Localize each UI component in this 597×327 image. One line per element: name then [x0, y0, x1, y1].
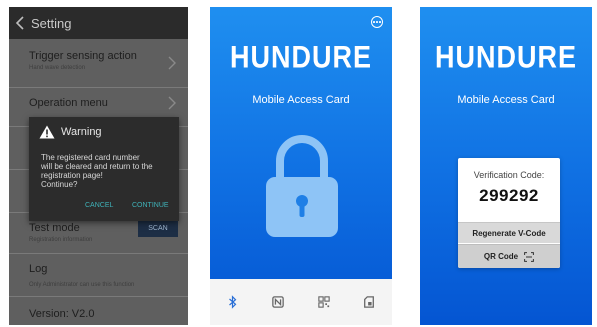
- verification-card: Verification Code: 299292 Regenerate V-C…: [458, 158, 560, 268]
- row-subtitle: Registration information: [29, 237, 93, 243]
- more-options-button[interactable]: [371, 16, 383, 28]
- brand-logo: HUNDURE: [230, 39, 372, 75]
- chevron-right-icon: [168, 56, 176, 70]
- bottom-tab-bar: [210, 279, 392, 325]
- dialog-message: The registered card number will be clear…: [41, 153, 173, 189]
- dialog-message-line: registration page!: [41, 171, 103, 180]
- app-subtitle: Mobile Access Card: [252, 94, 350, 106]
- settings-row-trigger[interactable]: Trigger sensing action Hand wave detecti…: [9, 39, 188, 88]
- settings-header: Setting: [9, 7, 188, 39]
- row-title: Operation menu: [29, 97, 108, 109]
- app-subtitle: Mobile Access Card: [457, 94, 555, 106]
- verification-label: Verification Code:: [473, 170, 545, 180]
- chevron-right-icon: [168, 96, 176, 110]
- verification-screen: HUNDURE Mobile Access Card Verification …: [420, 7, 592, 325]
- tab-card[interactable]: [359, 292, 379, 312]
- scan-frame-icon: [524, 251, 535, 262]
- continue-button[interactable]: CONTINUE: [132, 202, 169, 209]
- nfc-icon: [272, 296, 285, 308]
- back-button[interactable]: [9, 7, 31, 39]
- qr-code-button[interactable]: QR Code: [458, 244, 560, 268]
- row-title: Test mode: [29, 222, 80, 234]
- tab-qr-code[interactable]: [314, 292, 334, 312]
- brand-logo: HUNDURE: [435, 39, 577, 75]
- dialog-title: Warning: [61, 126, 102, 138]
- tab-nfc[interactable]: [268, 292, 288, 312]
- cancel-button[interactable]: CANCEL: [85, 202, 113, 209]
- tab-bluetooth[interactable]: [223, 292, 243, 312]
- more-dot: [373, 21, 376, 23]
- warning-icon: [39, 125, 55, 139]
- more-dot: [376, 21, 378, 23]
- dialog-header: Warning: [39, 125, 102, 139]
- verification-code: 299292: [479, 186, 539, 205]
- row-title: Trigger sensing action: [29, 50, 137, 62]
- qr-code-icon: [318, 296, 330, 308]
- settings-screen: Setting Trigger sensing action Hand wave…: [9, 7, 188, 325]
- dialog-message-line: The registered card number: [41, 153, 140, 162]
- more-dot: [378, 21, 381, 23]
- lock-screen: HUNDURE Mobile Access Card: [210, 7, 392, 325]
- scan-button[interactable]: SCAN: [138, 219, 178, 237]
- settings-row-version: Version: V2.0: [9, 297, 188, 325]
- card-icon: [364, 296, 375, 308]
- row-subtitle: Only Administrator can use this function: [29, 282, 135, 288]
- chevron-left-icon: [15, 16, 24, 30]
- version-text: Version: V2.0: [29, 308, 95, 320]
- qr-code-button-label: QR Code: [483, 252, 519, 261]
- row-subtitle: Hand wave detection: [29, 65, 86, 71]
- dialog-message-line: Continue?: [41, 180, 78, 189]
- settings-title: Setting: [31, 15, 72, 31]
- warning-dialog: Warning The registered card number will …: [29, 117, 179, 221]
- dialog-message-line: will be cleared and return to the: [41, 162, 153, 171]
- regenerate-vcode-button[interactable]: Regenerate V-Code: [458, 222, 560, 243]
- bluetooth-icon: [229, 295, 237, 309]
- settings-row-log[interactable]: Log Only Administrator can use this func…: [9, 254, 188, 297]
- row-title: Log: [29, 263, 48, 275]
- lock-icon[interactable]: [266, 135, 338, 237]
